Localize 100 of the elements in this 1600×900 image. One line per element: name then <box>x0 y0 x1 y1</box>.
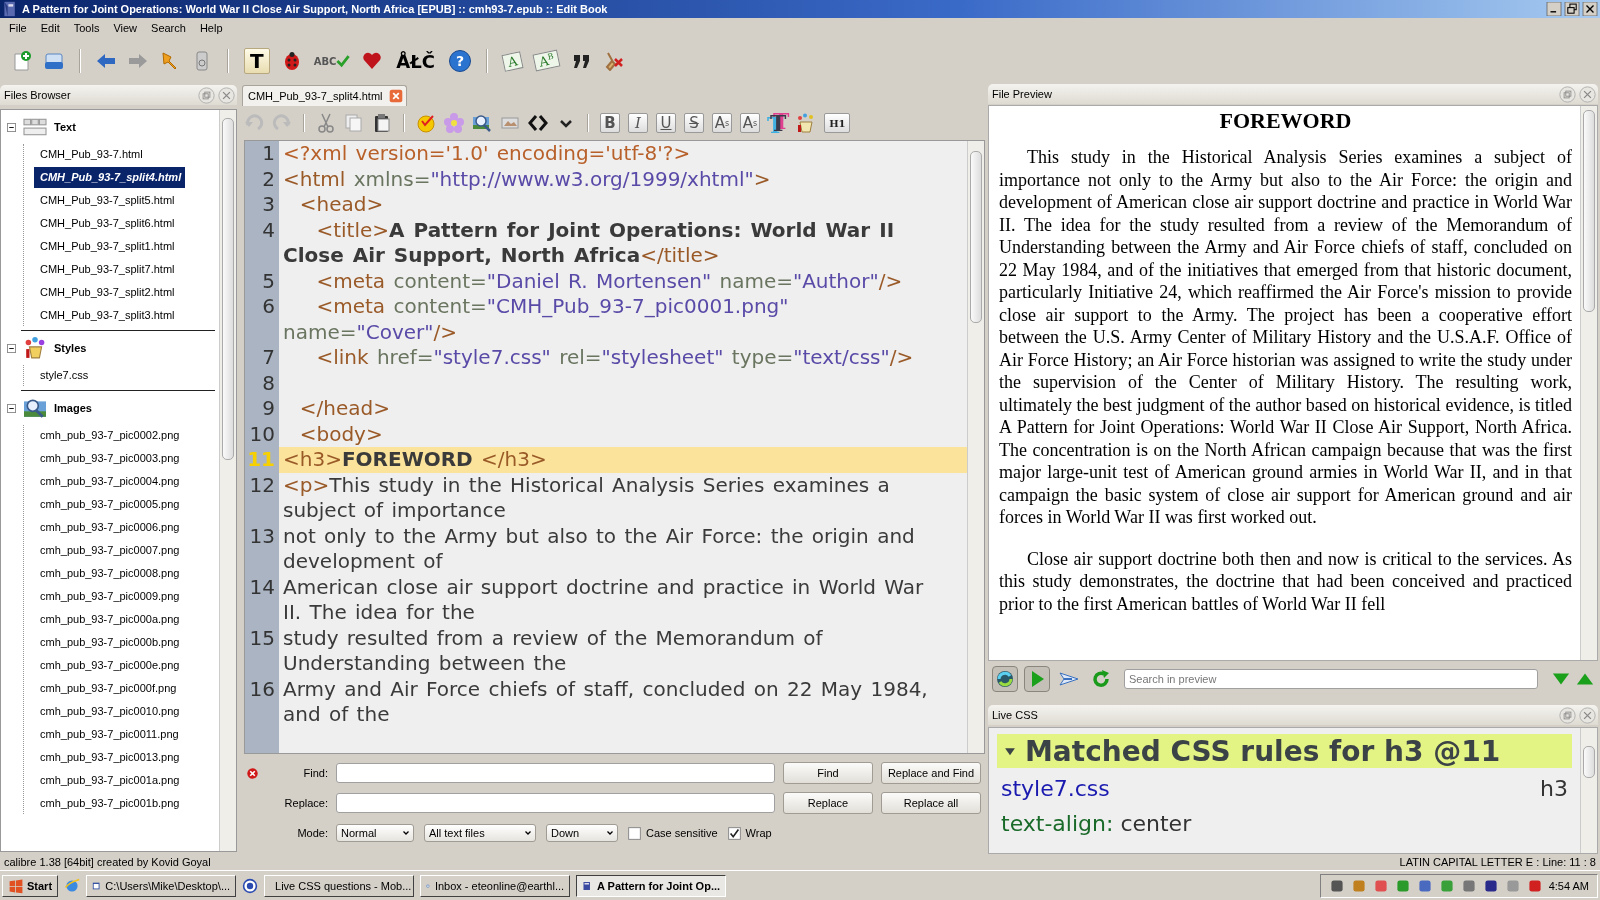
taskbar-button[interactable]: C:\Users\Mike\Desktop\... <box>86 874 237 897</box>
tag-button[interactable]: A$^{B}$ <box>532 49 562 73</box>
scrollbar[interactable] <box>1580 728 1597 853</box>
float-button[interactable] <box>1559 706 1576 724</box>
tree-item[interactable]: cmh_pub_93-7_pic0011.png <box>34 724 183 745</box>
tree-item[interactable]: CMH_Pub_93-7.html <box>34 144 147 165</box>
taskbar-button[interactable]: Live CSS questions - Mob... <box>264 874 415 897</box>
menu-item[interactable]: Search <box>144 20 193 36</box>
replace-all-button[interactable]: Replace all <box>881 792 981 814</box>
clipboard-icon[interactable] <box>372 113 392 133</box>
menu-item[interactable]: Tools <box>66 20 107 36</box>
tree-item[interactable]: cmh_pub_93-7_pic001a.png <box>34 770 184 791</box>
code-icon[interactable] <box>528 113 548 133</box>
help-button[interactable]: ? <box>449 50 472 72</box>
stylesheet-link[interactable]: style7.css <box>1001 776 1110 801</box>
checkbox-label[interactable]: Case sensitive <box>646 827 718 839</box>
characters-button[interactable]: ÅŁČ <box>394 50 438 72</box>
image-magnifier-icon[interactable] <box>472 113 492 133</box>
arrow-right-icon[interactable] <box>128 51 148 71</box>
section-label[interactable]: Text <box>54 121 76 133</box>
menu-item[interactable]: File <box>2 20 34 36</box>
menu-item[interactable]: View <box>106 20 145 36</box>
checkbox[interactable] <box>727 826 741 840</box>
underline-button[interactable]: U <box>656 113 676 133</box>
tree-item[interactable]: CMH_Pub_93-7_split2.html <box>34 282 179 303</box>
tree-item[interactable]: cmh_pub_93-7_pic000a.png <box>34 609 184 630</box>
italic-button[interactable]: I <box>628 113 648 133</box>
text-color-button[interactable]: T <box>768 110 789 136</box>
menu-item[interactable]: Edit <box>33 20 67 36</box>
circle-icon[interactable] <box>242 877 259 894</box>
replace-field[interactable] <box>336 793 775 813</box>
tray-icon[interactable] <box>1328 877 1345 894</box>
globe-icon[interactable] <box>64 877 81 894</box>
heading-button[interactable]: H1 <box>824 113 851 133</box>
find-button[interactable]: Find <box>783 762 873 784</box>
start-button[interactable]: Start <box>2 874 59 897</box>
tree-item[interactable]: cmh_pub_93-7_pic0009.png <box>34 586 184 607</box>
check-badge-icon[interactable] <box>416 113 436 133</box>
checkbox-label[interactable]: Wrap <box>745 827 772 839</box>
collapse-icon[interactable] <box>7 122 16 132</box>
dropdown[interactable]: All text files <box>424 824 536 842</box>
new-file-icon[interactable] <box>12 51 32 71</box>
tree-item[interactable]: cmh_pub_93-7_pic001b.png <box>34 793 184 814</box>
scissors-icon[interactable] <box>316 113 336 133</box>
tree-item[interactable]: CMH_Pub_93-7_split1.html <box>34 236 179 257</box>
tree-item[interactable]: cmh_pub_93-7_pic0010.png <box>34 701 184 722</box>
scrollbar[interactable] <box>1580 106 1597 660</box>
tree-item[interactable]: CMH_Pub_93-7_split7.html <box>34 259 179 280</box>
copy-icon[interactable] <box>344 113 364 133</box>
search-field[interactable]: Search in preview <box>1124 669 1538 689</box>
tree-item[interactable]: CMH_Pub_93-7_split5.html <box>34 190 179 211</box>
tree-item[interactable]: cmh_pub_93-7_pic000f.png <box>34 678 181 699</box>
bold-button[interactable]: B <box>600 113 620 133</box>
arrow-left-icon[interactable] <box>96 51 116 71</box>
taskbar-button[interactable]: Inbox - eteonline@earthl... <box>420 874 571 897</box>
tree-item[interactable]: cmh_pub_93-7_pic0003.png <box>34 448 184 469</box>
tag-button[interactable]: A <box>501 50 524 72</box>
collapse-icon[interactable] <box>7 343 16 353</box>
tree-item[interactable]: cmh_pub_93-7_pic0013.png <box>34 747 184 768</box>
scrollbar[interactable] <box>967 141 984 753</box>
replace-button[interactable]: Replace <box>783 792 873 814</box>
tree-item[interactable]: cmh_pub_93-7_pic0004.png <box>34 471 184 492</box>
tray-icon[interactable] <box>1482 877 1499 894</box>
tree-item[interactable]: CMH_Pub_93-7_split6.html <box>34 213 179 234</box>
collapse-icon[interactable] <box>7 403 16 413</box>
spellcheck-button[interactable]: ABC <box>313 54 351 68</box>
tree-item[interactable]: style7.css <box>34 365 93 386</box>
close-button[interactable] <box>1582 2 1598 16</box>
sync-button[interactable] <box>992 666 1018 692</box>
tree-item[interactable]: cmh_pub_93-7_pic0005.png <box>34 494 184 515</box>
tree-item[interactable]: CMH_Pub_93-7_split3.html <box>34 305 179 326</box>
scrollbar[interactable] <box>219 110 236 851</box>
float-button[interactable] <box>1559 85 1576 103</box>
minimize-button[interactable] <box>1546 2 1562 16</box>
close-icon[interactable] <box>388 89 403 103</box>
tree-item[interactable]: CMH_Pub_93-7_split4.html <box>34 167 186 188</box>
play-button[interactable] <box>1024 666 1050 692</box>
restore-button[interactable] <box>1564 2 1580 16</box>
tray-icon[interactable] <box>44 51 64 71</box>
tray-icon[interactable] <box>1526 877 1543 894</box>
replace-and-find-button[interactable]: Replace and Find <box>881 762 981 784</box>
tree-item[interactable]: cmh_pub_93-7_pic0002.png <box>34 425 184 446</box>
text-box-button[interactable]: T <box>244 48 270 74</box>
dropdown[interactable]: Down <box>546 824 618 842</box>
tray-icon[interactable] <box>1416 877 1433 894</box>
tree-item[interactable]: cmh_pub_93-7_pic0006.png <box>34 517 184 538</box>
flower-icon[interactable] <box>444 113 464 133</box>
strikethrough-button[interactable]: S <box>684 113 704 133</box>
tree-item[interactable]: cmh_pub_93-7_pic0007.png <box>34 540 184 561</box>
menu-item[interactable]: Help <box>192 20 230 36</box>
taskbar-button[interactable]: A Pattern for Joint Op... <box>576 874 727 897</box>
tree-item[interactable]: cmh_pub_93-7_pic0008.png <box>34 563 184 584</box>
editor-tab[interactable]: CMH_Pub_93-7_split4.html <box>242 85 407 106</box>
dropdown[interactable]: Normal <box>336 824 414 842</box>
checkbox[interactable] <box>628 826 641 840</box>
find-field[interactable] <box>336 763 775 783</box>
tree-item[interactable]: cmh_pub_93-7_pic000e.png <box>34 655 184 676</box>
section-label[interactable]: Images <box>54 402 92 414</box>
broom-icon[interactable] <box>603 51 624 71</box>
float-button[interactable] <box>198 86 215 104</box>
